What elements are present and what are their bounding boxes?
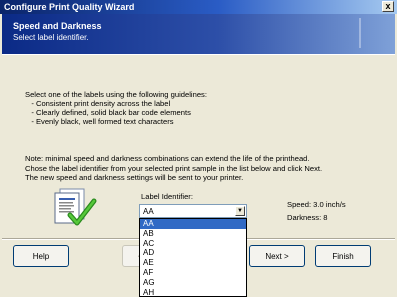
label-identifier-label: Label Identifier: — [141, 192, 193, 201]
finish-button[interactable]: Finish — [315, 245, 371, 267]
header-title: Speed and Darkness — [13, 21, 102, 31]
next-button[interactable]: Next > — [249, 245, 305, 267]
dropdown-option[interactable]: AF — [140, 268, 246, 278]
darkness-readout: Darkness: 8 — [287, 213, 328, 222]
header-divider — [2, 54, 395, 55]
document-check-icon — [54, 188, 97, 226]
combobox-value: AA — [143, 207, 154, 216]
instructions: Select one of the labels using the follo… — [25, 71, 375, 201]
label-identifier-dropdown-list[interactable]: AA AB AC AD AE AF AG AH — [139, 218, 247, 297]
chevron-down-icon[interactable]: ▼ — [235, 206, 245, 216]
title-bar[interactable]: Configure Print Quality Wizard x — [0, 0, 397, 14]
help-button[interactable]: Help — [13, 245, 69, 267]
dropdown-option[interactable]: AC — [140, 239, 246, 249]
dropdown-option[interactable]: AB — [140, 229, 246, 239]
wizard-banner-icon — [359, 18, 385, 48]
guidelines-text: Select one of the labels using the follo… — [25, 89, 207, 127]
dropdown-option[interactable]: AE — [140, 258, 246, 268]
dropdown-option[interactable]: AA — [140, 219, 246, 229]
note-text: Note: minimal speed and darkness combina… — [25, 154, 323, 182]
dropdown-option[interactable]: AG — [140, 278, 246, 288]
dropdown-option[interactable]: AD — [140, 248, 246, 258]
wizard-header: Speed and Darkness Select label identifi… — [2, 14, 395, 54]
header-subtitle: Select label identifier. — [13, 33, 89, 42]
close-icon: x — [385, 1, 391, 11]
dropdown-option[interactable]: AH — [140, 288, 246, 296]
label-identifier-combobox[interactable]: AA ▼ — [139, 204, 247, 218]
window-title: Configure Print Quality Wizard — [4, 2, 135, 12]
close-button[interactable]: x — [382, 1, 394, 12]
speed-readout: Speed: 3.0 inch/s — [287, 200, 346, 209]
